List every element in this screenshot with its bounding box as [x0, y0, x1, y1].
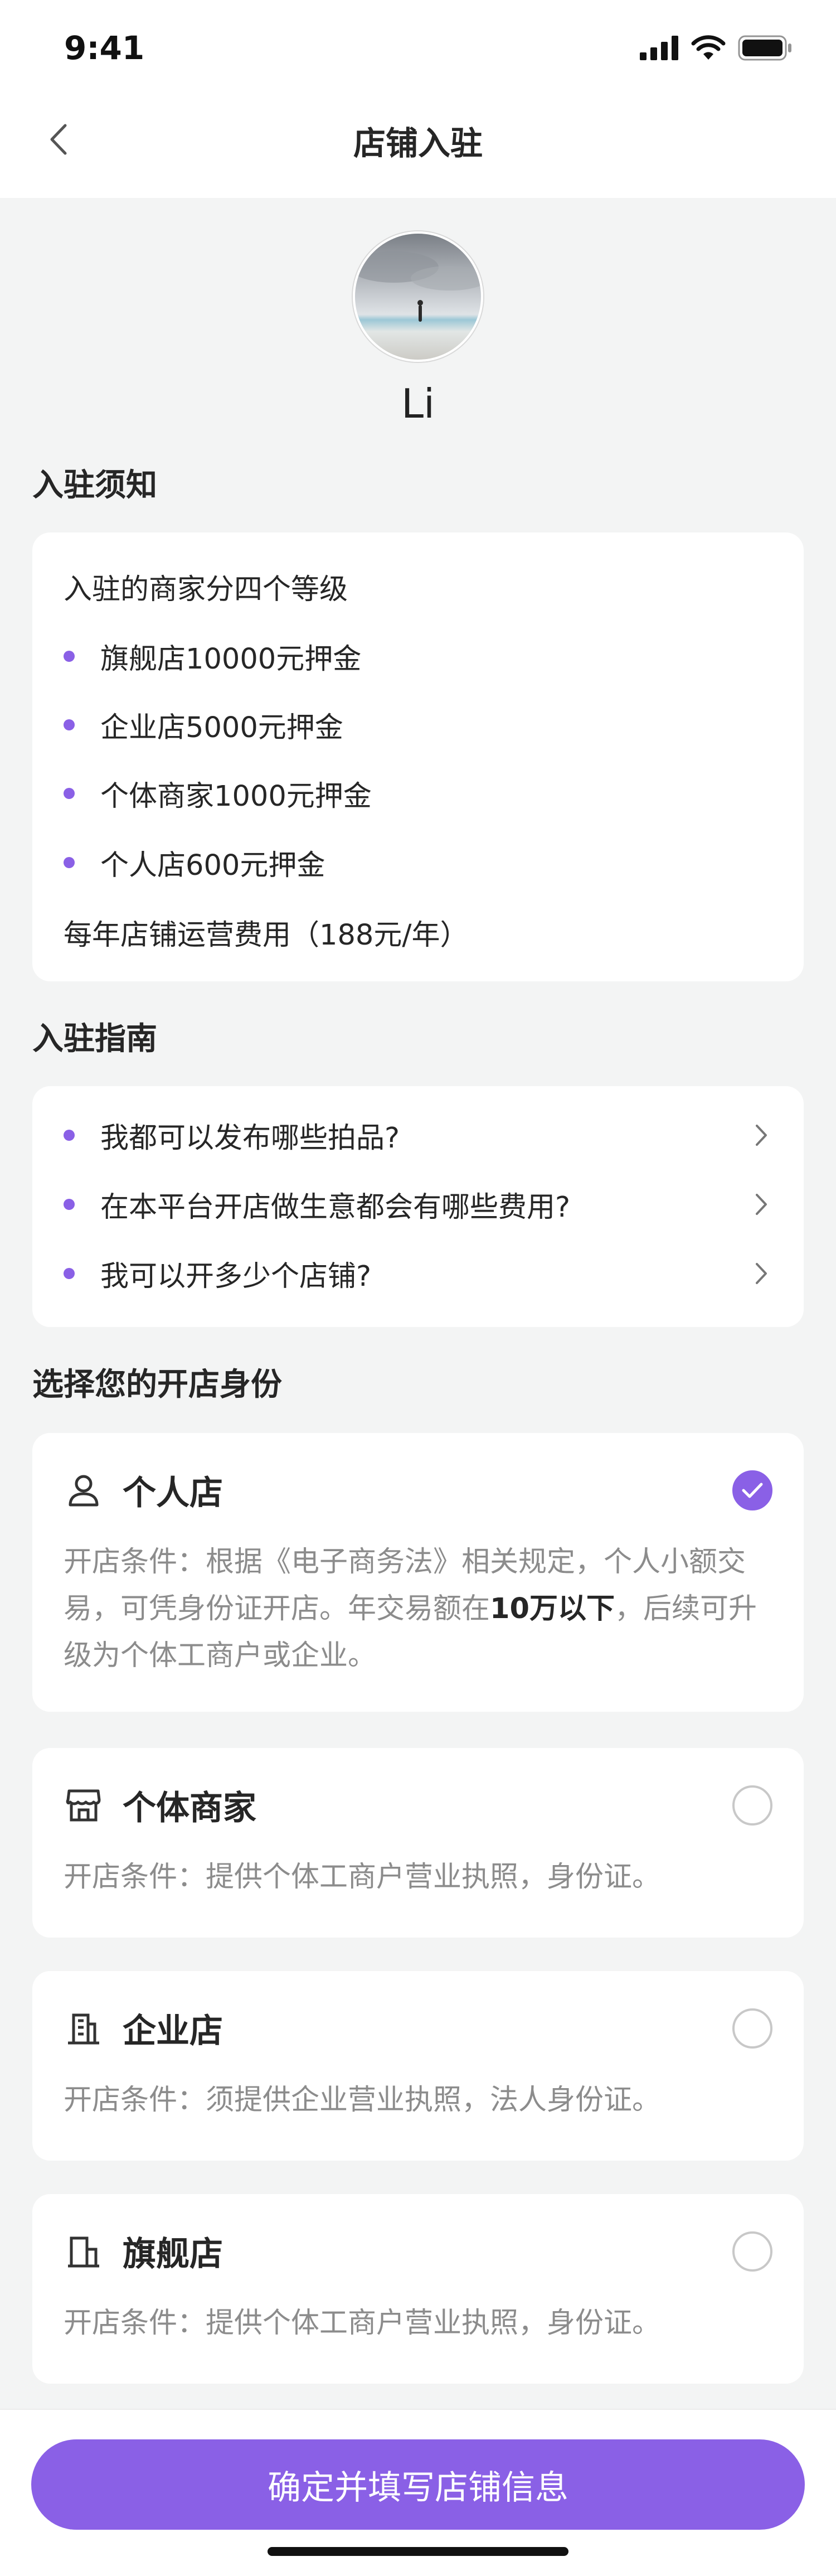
- radio-unchecked[interactable]: [732, 2008, 772, 2049]
- identity-option-description: 开店条件：根据《电子商务法》相关规定，个人小额交易，可凭身份证开店。年交易额在1…: [64, 1546, 757, 1672]
- notice-section-title: 入驻须知: [32, 467, 157, 503]
- guide-card: 我都可以发布哪些拍品? 在本平台开店做生意都会有哪些费用? 我可以开多少个店铺?: [32, 1086, 804, 1327]
- bullet-dot: [64, 1199, 75, 1210]
- status-time: 9:41: [64, 29, 145, 67]
- identity-option-enterprise[interactable]: 企业店 开店条件：须提供企业营业执照，法人身份证。: [32, 1971, 804, 2161]
- annual-fee-note: 每年店铺运营费用（188元/年）: [64, 919, 469, 952]
- notice-intro: 入驻的商家分四个等级: [64, 573, 348, 606]
- office-building-icon: [64, 2008, 104, 2049]
- radio-unchecked[interactable]: [732, 2231, 772, 2272]
- radio-checked[interactable]: [732, 1470, 772, 1510]
- identity-option-description: 开店条件：提供个体工商户营业执照，身份证。: [64, 2307, 661, 2340]
- guide-item[interactable]: 我都可以发布哪些拍品?: [64, 1105, 772, 1166]
- identity-option-header: 个人店: [64, 1466, 772, 1514]
- chevron-right-icon: [750, 1121, 772, 1149]
- bullet-dot: [64, 857, 75, 868]
- chevron-right-icon: [750, 1190, 772, 1218]
- top-bar: 9:41 店铺入驻: [0, 0, 836, 198]
- radio-unchecked[interactable]: [732, 1785, 772, 1826]
- bullet-dot: [64, 1130, 75, 1141]
- notice-card: 入驻的商家分四个等级 旗舰店10000元押金 企业店5000元押金 个体商家10…: [32, 532, 804, 981]
- status-icons: [640, 32, 793, 64]
- level-item: 企业店5000元押金: [64, 704, 343, 745]
- avatar-photo: [355, 234, 481, 360]
- identity-section-title: 选择您的开店身份: [32, 1367, 282, 1403]
- username: Li: [401, 380, 435, 427]
- check-icon: [742, 1483, 763, 1498]
- battery-icon: [738, 35, 791, 61]
- chevron-right-icon: [750, 1260, 772, 1287]
- desc-highlight: 10万以下: [490, 1592, 615, 1625]
- level-item: 个人店600元押金: [64, 842, 325, 883]
- cellular-signal-icon: [640, 36, 678, 60]
- bullet-dot: [64, 651, 75, 662]
- page-title: 店铺入驻: [353, 124, 483, 162]
- guide-item[interactable]: 在本平台开店做生意都会有哪些费用?: [64, 1174, 772, 1235]
- level-item: 个体商家1000元押金: [64, 773, 372, 814]
- bullet-dot: [64, 788, 75, 799]
- guide-item[interactable]: 我可以开多少个店铺?: [64, 1243, 772, 1304]
- avatar[interactable]: [353, 231, 483, 362]
- identity-option-individual-merchant[interactable]: 个体商家 开店条件：提供个体工商户营业执照，身份证。: [32, 1748, 804, 1938]
- home-indicator: [268, 2547, 568, 2556]
- store-onboarding-page: 9:41 店铺入驻 Li 入驻须知 入驻的商家分四个等级 旗舰店10000元押金…: [0, 0, 836, 2576]
- confirm-submit-button[interactable]: 确定并填写店铺信息: [31, 2439, 805, 2530]
- identity-option-header: 企业店: [64, 2004, 772, 2052]
- identity-option-header: 个体商家: [64, 1781, 772, 1829]
- bullet-dot: [64, 1268, 75, 1279]
- wifi-icon: [691, 35, 726, 60]
- identity-option-description: 开店条件：须提供企业营业执照，法人身份证。: [64, 2084, 661, 2117]
- identity-option-header: 旗舰店: [64, 2227, 772, 2275]
- level-item: 旗舰店10000元押金: [64, 636, 361, 677]
- bullet-dot: [64, 719, 75, 730]
- flagship-building-icon: [64, 2231, 104, 2272]
- storefront-icon: [64, 1785, 104, 1826]
- identity-option-personal[interactable]: 个人店 开店条件：根据《电子商务法》相关规定，个人小额交易，可凭身份证开店。年交…: [32, 1433, 804, 1712]
- guide-section-title: 入驻指南: [32, 1021, 157, 1057]
- identity-option-description: 开店条件：提供个体工商户营业执照，身份证。: [64, 1861, 661, 1894]
- identity-option-flagship[interactable]: 旗舰店 开店条件：提供个体工商户营业执照，身份证。: [32, 2194, 804, 2384]
- person-icon: [64, 1470, 104, 1510]
